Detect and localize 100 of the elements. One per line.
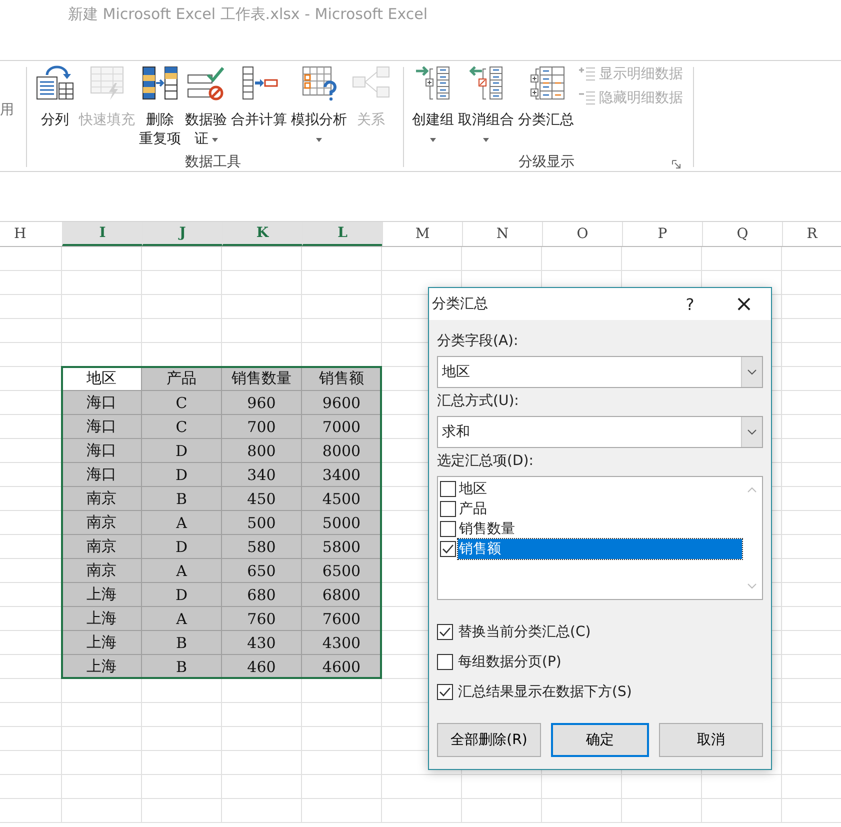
ribbon-button[interactable]: 取消组合 — [456, 65, 516, 153]
table-cell: D — [142, 439, 222, 463]
table-cell: 430 — [222, 631, 302, 655]
field-label: 分类字段(A): — [437, 332, 520, 350]
table-cell: 海口 — [62, 391, 142, 415]
table-cell: 南京 — [62, 487, 142, 511]
table-cell: 海口 — [62, 415, 142, 439]
list-item[interactable]: 销售额 — [458, 539, 742, 559]
dialog-title: 分类汇总 — [432, 295, 489, 313]
table-cell: C — [142, 391, 222, 415]
table-cell: 销售数量 — [222, 367, 302, 391]
ribbon-button[interactable]: 数据验 证 — [183, 65, 229, 153]
table-cell: C — [142, 415, 222, 439]
checkbox-option[interactable]: 汇总结果显示在数据下方(S) — [437, 682, 763, 701]
checkbox-option[interactable]: 替换当前分类汇总(C) — [437, 622, 763, 641]
table-cell: 海口 — [62, 439, 142, 463]
column-header[interactable]: M — [382, 222, 462, 246]
column-header[interactable]: J — [142, 222, 222, 246]
table-cell: A — [142, 607, 222, 631]
chevron-down-icon — [747, 429, 757, 435]
table-cell: 500 — [222, 511, 302, 535]
ribbon-button[interactable]: 分列 — [33, 65, 77, 153]
table-cell: 650 — [222, 559, 302, 583]
ribbon-button[interactable]: 创建组 — [410, 65, 456, 153]
table-cell: 7600 — [302, 607, 382, 631]
dialog-button[interactable]: 全部删除(R) — [437, 723, 541, 757]
checkbox[interactable] — [440, 541, 456, 557]
option-label: 每组数据分页(P) — [458, 652, 562, 670]
ribbon-button[interactable]: 分类汇总 — [516, 65, 576, 153]
option-label: 汇总结果显示在数据下方(S) — [458, 682, 632, 700]
group-label: 分级显示 — [518, 153, 574, 171]
dialog-launcher-icon[interactable] — [672, 160, 681, 169]
table-cell: 3400 — [302, 463, 382, 487]
table-cell: D — [142, 463, 222, 487]
table-cell: 6500 — [302, 559, 382, 583]
table-cell: 南京 — [62, 535, 142, 559]
checkbox[interactable] — [440, 521, 456, 537]
group-label: 数据工具 — [185, 153, 241, 171]
table-cell: 南京 — [62, 511, 142, 535]
table-cell: 5800 — [302, 535, 382, 559]
field-label: 选定汇总项(D): — [437, 452, 534, 470]
table-cell: D — [142, 535, 222, 559]
dialog-button[interactable]: 确定 — [551, 723, 649, 757]
chevron-down-icon — [747, 369, 757, 375]
table-cell: 4300 — [302, 631, 382, 655]
table-cell: 产品 — [142, 367, 222, 391]
checkbox[interactable] — [437, 684, 453, 700]
close-button[interactable]: × — [729, 292, 759, 316]
table-cell: 460 — [222, 655, 302, 679]
ribbon-button[interactable]: 模拟分析 — [289, 65, 349, 153]
column-header[interactable]: Q — [702, 222, 782, 246]
minus-lines-icon — [578, 91, 596, 105]
checkbox[interactable] — [440, 501, 456, 517]
table-cell: 680 — [222, 583, 302, 607]
table-cell: 4500 — [302, 487, 382, 511]
check-forbidden-icon — [186, 65, 226, 101]
list-item[interactable]: 销售数量 — [458, 519, 742, 539]
list-item[interactable]: 产品 — [458, 499, 742, 519]
dialog-button[interactable]: 取消 — [659, 723, 763, 757]
table-cell: 上海 — [62, 583, 142, 607]
checkbox[interactable] — [437, 624, 453, 640]
table-cell: 8000 — [302, 439, 382, 463]
option-label: 替换当前分类汇总(C) — [458, 622, 591, 640]
table-cell: 南京 — [62, 559, 142, 583]
column-header[interactable]: L — [302, 222, 382, 246]
ribbon-label: 用 — [0, 101, 15, 120]
ribbon-button[interactable]: 删除 重复项 — [137, 65, 183, 153]
table-cell: 960 — [222, 391, 302, 415]
column-header[interactable]: H — [0, 222, 62, 246]
table-cell: 9600 — [302, 391, 382, 415]
table-cell: 580 — [222, 535, 302, 559]
table-cell: 760 — [222, 607, 302, 631]
column-header[interactable]: P — [622, 222, 702, 246]
field-label: 汇总方式(U): — [437, 392, 520, 410]
help-button[interactable]: ? — [675, 294, 705, 314]
checkbox[interactable] — [437, 654, 453, 670]
column-header[interactable]: O — [542, 222, 622, 246]
checkbox-option[interactable]: 每组数据分页(P) — [437, 652, 763, 671]
table-cell: 销售额 — [302, 367, 382, 391]
table-cell: 上海 — [62, 631, 142, 655]
table-cell: 450 — [222, 487, 302, 511]
ribbon-button[interactable]: 合并计算 — [229, 65, 289, 153]
column-header[interactable]: N — [462, 222, 542, 246]
column-header[interactable]: I — [62, 222, 142, 246]
table-cell: 700 — [222, 415, 302, 439]
table-cell: 上海 — [62, 655, 142, 679]
table-cell: 7000 — [302, 415, 382, 439]
columns-icon — [35, 65, 75, 101]
group-by-dropdown[interactable]: 地区 — [437, 356, 763, 388]
table-cell: 5000 — [302, 511, 382, 535]
checkbox[interactable] — [440, 481, 456, 497]
table-cell: D — [142, 583, 222, 607]
table-cell: A — [142, 559, 222, 583]
list-item[interactable]: 地区 — [458, 479, 742, 499]
column-header[interactable]: K — [222, 222, 302, 246]
table-cell: 地区 — [62, 367, 142, 391]
function-dropdown[interactable]: 求和 — [437, 416, 763, 448]
column-header[interactable]: R — [782, 222, 841, 246]
table-cell: 340 — [222, 463, 302, 487]
table-cell: A — [142, 511, 222, 535]
